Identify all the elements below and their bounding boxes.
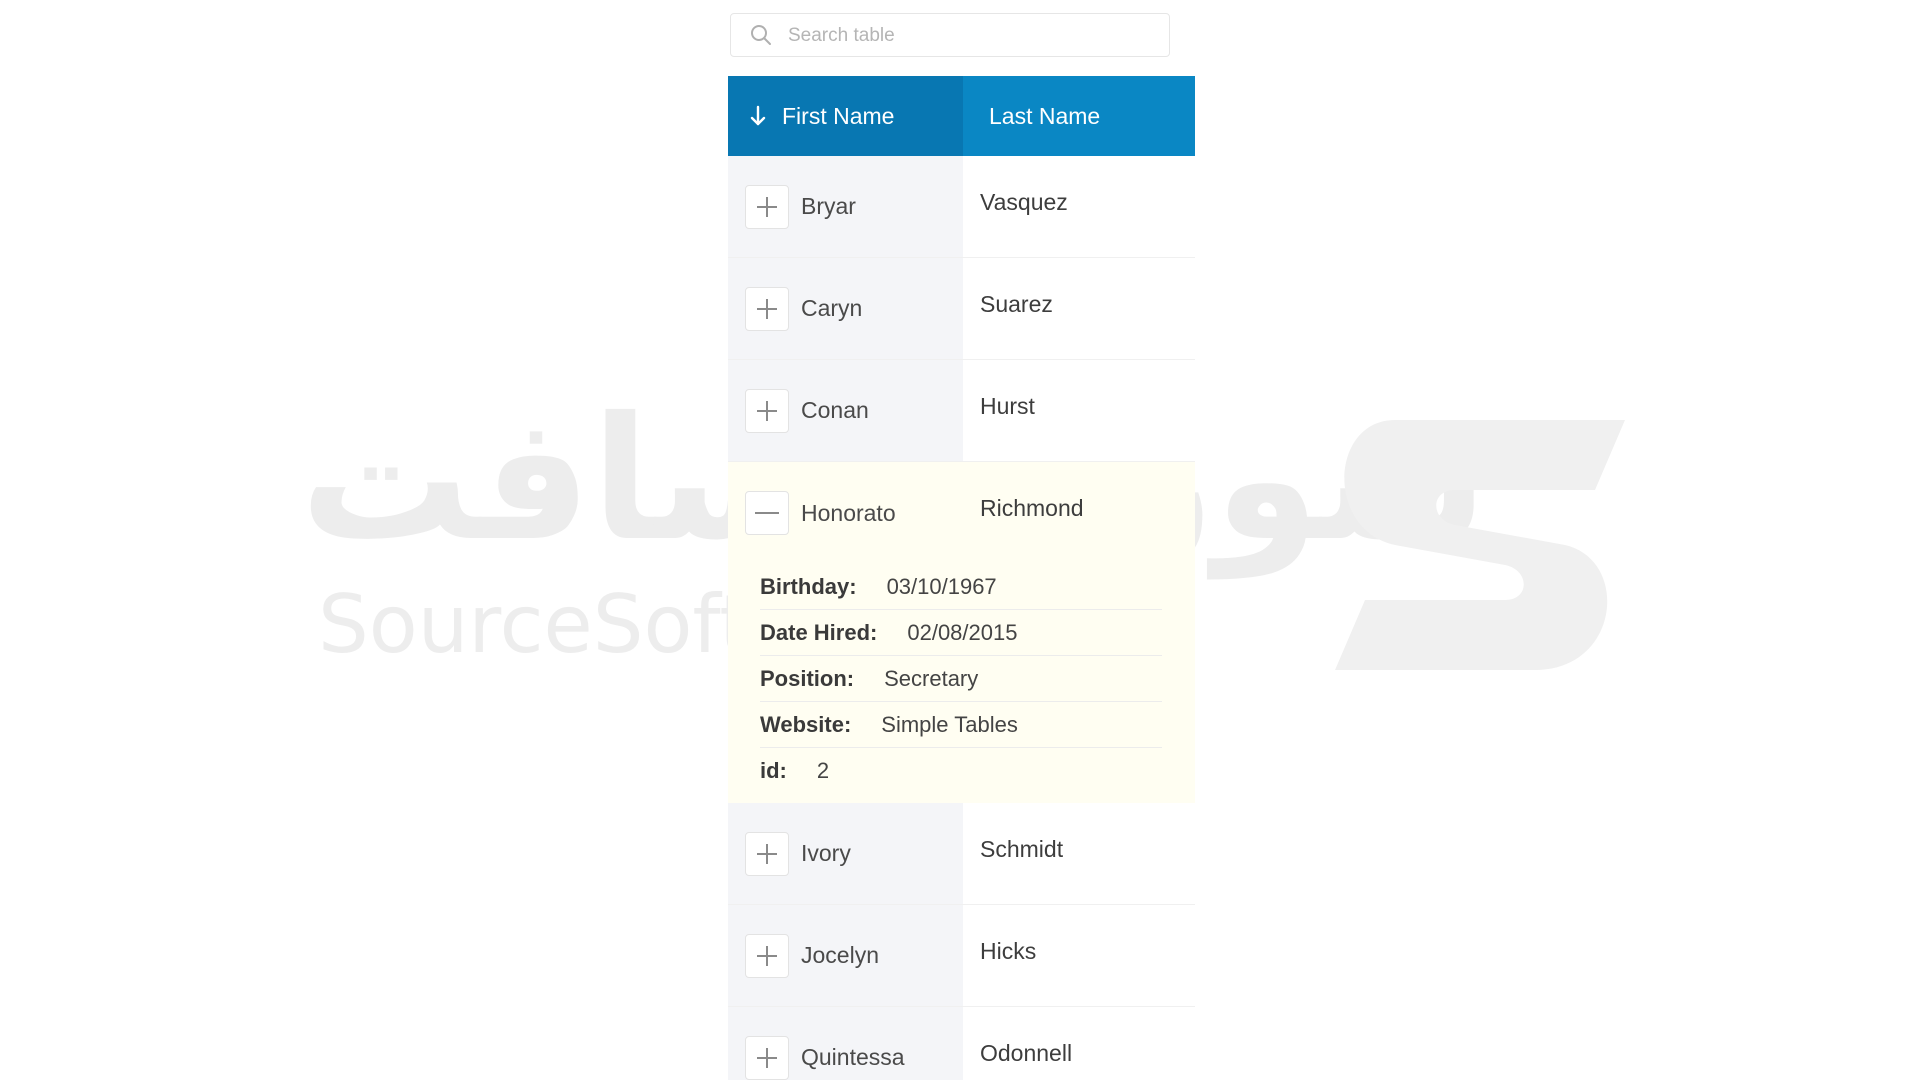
column-header-first-name[interactable]: First Name — [728, 76, 963, 156]
first-name: Ivory — [801, 840, 851, 866]
plus-icon — [757, 843, 777, 864]
detail-value: 2 — [816, 757, 830, 783]
collapse-row-button[interactable] — [745, 491, 789, 535]
first-name-cell: Bryar — [728, 156, 963, 257]
column-header-label: Last Name — [989, 102, 1101, 129]
detail-date-hired: Date Hired: 02/08/2015 — [760, 610, 1162, 656]
detail-label: Position: — [760, 665, 855, 691]
expand-row-button[interactable] — [745, 184, 789, 229]
search-icon — [751, 25, 771, 45]
detail-position: Position: Secretary — [760, 656, 1162, 702]
expand-row-button[interactable] — [745, 1035, 789, 1080]
search-input[interactable] — [786, 20, 1160, 52]
expand-row-button[interactable] — [745, 388, 789, 433]
expand-row-button[interactable] — [745, 933, 789, 978]
expand-row-button[interactable] — [745, 286, 789, 331]
last-name-cell: Hurst — [963, 360, 1195, 461]
watermark-logo-icon — [1335, 420, 1625, 670]
first-name-cell: Caryn — [728, 258, 963, 359]
plus-icon — [757, 945, 777, 966]
first-name-cell: Honorato — [728, 462, 963, 564]
last-name-cell: Suarez — [963, 258, 1195, 359]
table-row: Conan Hurst — [728, 360, 1195, 462]
last-name-cell: Vasquez — [963, 156, 1195, 257]
first-name: Bryar — [801, 193, 856, 219]
plus-icon — [757, 400, 777, 421]
sort-arrow-down-icon — [750, 105, 766, 126]
row-details: Birthday: 03/10/1967 Date Hired: 02/08/2… — [728, 564, 1195, 803]
last-name-cell: Odonnell — [963, 1007, 1195, 1080]
table-row: Jocelyn Hicks — [728, 905, 1195, 1007]
last-name-cell: Schmidt — [963, 803, 1195, 904]
last-name-cell: Hicks — [963, 905, 1195, 1006]
detail-value: 03/10/1967 — [886, 573, 997, 599]
detail-id: id: 2 — [760, 748, 1162, 793]
detail-value: Simple Tables — [881, 711, 1018, 737]
last-name-cell: Richmond — [980, 495, 1084, 521]
first-name: Quintessa — [801, 1044, 905, 1070]
page: سورس سافت SourceSoft First Name Last Nam… — [0, 0, 1920, 1080]
table-header: First Name Last Name — [728, 76, 1195, 156]
table-row: Bryar Vasquez — [728, 156, 1195, 258]
table-row: Ivory Schmidt — [728, 803, 1195, 905]
plus-icon — [757, 196, 777, 217]
detail-label: id: — [760, 757, 787, 783]
plus-icon — [757, 298, 777, 319]
table-row-expanded: Honorato Richmond Birthday: 03/10/1967 D… — [728, 462, 1195, 803]
column-header-last-name[interactable]: Last Name — [963, 76, 1195, 156]
first-name-cell: Ivory — [728, 803, 963, 904]
detail-label: Birthday: — [760, 573, 857, 599]
detail-label: Date Hired: — [760, 619, 878, 645]
detail-birthday: Birthday: 03/10/1967 — [760, 564, 1162, 610]
detail-value: 02/08/2015 — [907, 619, 1018, 645]
detail-website: Website: Simple Tables — [760, 702, 1162, 748]
table-row: Quintessa Odonnell — [728, 1007, 1195, 1080]
first-name-cell: Conan — [728, 360, 963, 461]
detail-label: Website: — [760, 711, 852, 737]
first-name: Caryn — [801, 295, 863, 321]
search-box[interactable] — [730, 13, 1170, 57]
expand-row-button[interactable] — [745, 831, 789, 876]
table-row: Caryn Suarez — [728, 258, 1195, 360]
column-header-label: First Name — [782, 102, 895, 129]
plus-icon — [757, 1047, 777, 1068]
first-name: Honorato — [801, 499, 896, 526]
first-name-cell: Quintessa — [728, 1007, 963, 1080]
watermark-latin-text: SourceSoft — [318, 578, 751, 671]
first-name-cell: Jocelyn — [728, 905, 963, 1006]
detail-value: Secretary — [884, 665, 979, 691]
data-table: First Name Last Name Bryar Vasquez Caryn… — [728, 76, 1195, 1080]
first-name: Conan — [801, 397, 869, 423]
first-name: Jocelyn — [801, 942, 879, 968]
minus-icon — [755, 512, 779, 514]
